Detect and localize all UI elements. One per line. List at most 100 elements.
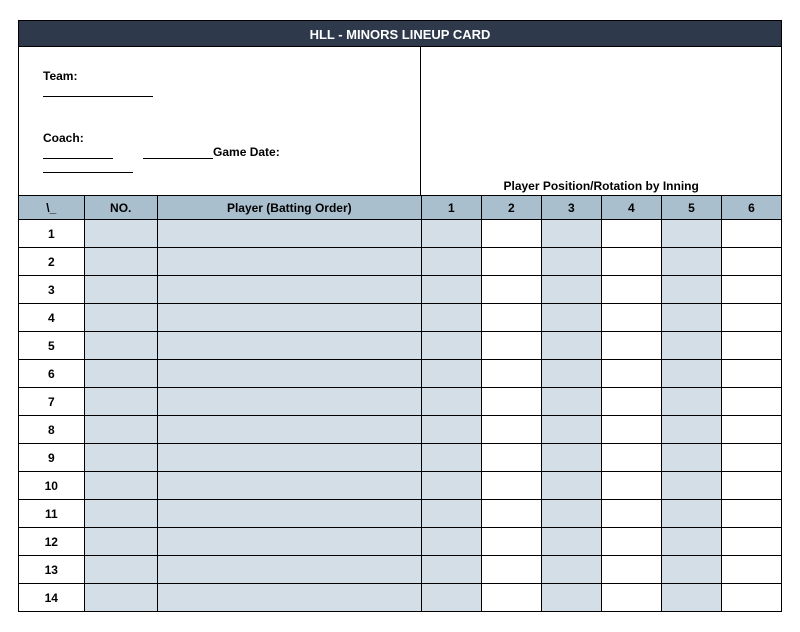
cell-inning-4 (601, 248, 661, 276)
cell-inning-6 (721, 360, 781, 388)
coach-label: Coach: (43, 131, 84, 145)
col-no: NO. (84, 196, 157, 220)
cell-inning-1 (421, 584, 481, 612)
coach-blank (43, 158, 113, 159)
col-inning-5: 5 (661, 196, 721, 220)
cell-inning-6 (721, 304, 781, 332)
cell-no (84, 276, 157, 304)
table-body: 1234567891011121314 (19, 220, 782, 612)
cell-no (84, 444, 157, 472)
row-number: 9 (19, 444, 85, 472)
table-row: 12 (19, 528, 782, 556)
table-row: 4 (19, 304, 782, 332)
cell-inning-3 (541, 248, 601, 276)
cell-inning-5 (661, 388, 721, 416)
table-row: 6 (19, 360, 782, 388)
cell-player (157, 388, 421, 416)
title-text: HLL - MINORS LINEUP CARD (310, 27, 491, 42)
col-inning-1: 1 (421, 196, 481, 220)
table-row: 3 (19, 276, 782, 304)
cell-inning-2 (481, 444, 541, 472)
team-line: Team: (23, 55, 416, 111)
cell-inning-2 (481, 584, 541, 612)
cell-inning-3 (541, 416, 601, 444)
cell-inning-5 (661, 500, 721, 528)
cell-inning-1 (421, 276, 481, 304)
cell-inning-6 (721, 220, 781, 248)
cell-inning-2 (481, 528, 541, 556)
col-player: Player (Batting Order) (157, 196, 421, 220)
coach-date-line: Coach: Game Date: (23, 117, 416, 187)
table-row: 10 (19, 472, 782, 500)
row-number: 10 (19, 472, 85, 500)
cell-inning-5 (661, 276, 721, 304)
info-row: Team: Coach: Game Date: Player Position/… (18, 46, 782, 195)
cell-inning-2 (481, 416, 541, 444)
cell-inning-1 (421, 528, 481, 556)
cell-inning-4 (601, 556, 661, 584)
cell-player (157, 416, 421, 444)
cell-no (84, 528, 157, 556)
table-row: 2 (19, 248, 782, 276)
cell-inning-4 (601, 584, 661, 612)
table-row: 14 (19, 584, 782, 612)
cell-inning-5 (661, 444, 721, 472)
cell-inning-2 (481, 220, 541, 248)
table-row: 5 (19, 332, 782, 360)
cell-inning-3 (541, 556, 601, 584)
header-row: \_ NO. Player (Batting Order) 1 2 3 4 5 … (19, 196, 782, 220)
cell-inning-2 (481, 248, 541, 276)
cell-inning-6 (721, 500, 781, 528)
row-number: 11 (19, 500, 85, 528)
cell-inning-3 (541, 304, 601, 332)
cell-inning-5 (661, 528, 721, 556)
cell-inning-6 (721, 472, 781, 500)
cell-no (84, 416, 157, 444)
cell-inning-2 (481, 388, 541, 416)
row-number: 1 (19, 220, 85, 248)
table-row: 11 (19, 500, 782, 528)
table-row: 9 (19, 444, 782, 472)
col-inning-3: 3 (541, 196, 601, 220)
cell-inning-6 (721, 248, 781, 276)
cell-player (157, 472, 421, 500)
lineup-table: \_ NO. Player (Batting Order) 1 2 3 4 5 … (18, 195, 782, 612)
cell-inning-1 (421, 472, 481, 500)
cell-player (157, 500, 421, 528)
cell-inning-2 (481, 332, 541, 360)
cell-inning-3 (541, 220, 601, 248)
cell-inning-6 (721, 444, 781, 472)
title-bar: HLL - MINORS LINEUP CARD (18, 20, 782, 46)
cell-inning-4 (601, 332, 661, 360)
cell-inning-4 (601, 276, 661, 304)
cell-inning-6 (721, 556, 781, 584)
cell-no (84, 388, 157, 416)
cell-inning-1 (421, 220, 481, 248)
row-number: 4 (19, 304, 85, 332)
cell-inning-4 (601, 220, 661, 248)
cell-inning-1 (421, 556, 481, 584)
cell-inning-5 (661, 248, 721, 276)
cell-inning-5 (661, 584, 721, 612)
cell-inning-5 (661, 304, 721, 332)
cell-player (157, 248, 421, 276)
cell-inning-4 (601, 304, 661, 332)
cell-inning-5 (661, 556, 721, 584)
row-number: 12 (19, 528, 85, 556)
cell-no (84, 248, 157, 276)
cell-no (84, 360, 157, 388)
cell-inning-1 (421, 416, 481, 444)
cell-inning-2 (481, 304, 541, 332)
cell-inning-5 (661, 416, 721, 444)
table-row: 7 (19, 388, 782, 416)
cell-player (157, 528, 421, 556)
cell-inning-2 (481, 276, 541, 304)
info-left: Team: Coach: Game Date: (19, 47, 421, 195)
cell-inning-1 (421, 500, 481, 528)
cell-inning-3 (541, 584, 601, 612)
cell-inning-6 (721, 584, 781, 612)
info-right: Player Position/Rotation by Inning (421, 47, 781, 195)
cell-inning-5 (661, 360, 721, 388)
cell-inning-5 (661, 220, 721, 248)
cell-inning-3 (541, 528, 601, 556)
